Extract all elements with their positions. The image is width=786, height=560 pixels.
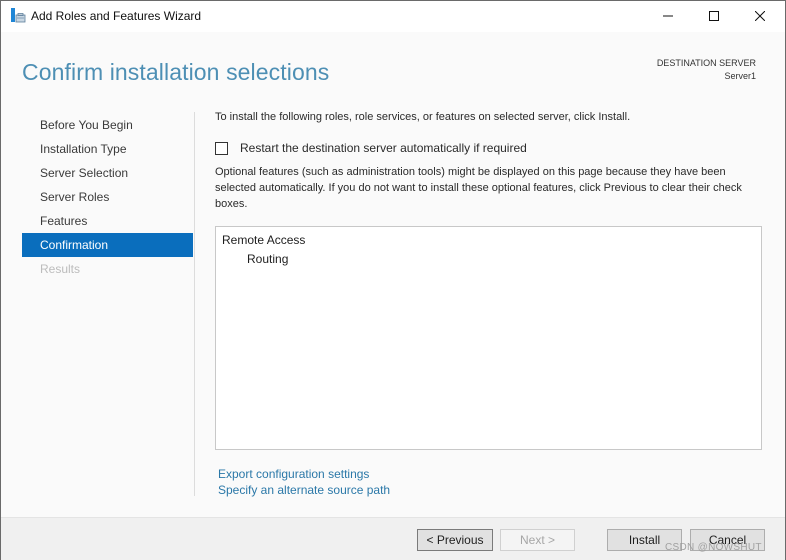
restart-checkbox[interactable] (215, 141, 228, 155)
destination-server-label: DESTINATION SERVER (656, 58, 756, 68)
minimize-button[interactable] (645, 1, 691, 32)
alternate-source-path-link[interactable]: Specify an alternate source path (218, 483, 390, 497)
destination-server-value: Server1 (724, 71, 756, 81)
nav-step-features[interactable]: Features (22, 209, 193, 233)
selection-item: Routing (247, 252, 289, 266)
maximize-button[interactable] (691, 1, 737, 32)
nav-step-confirmation[interactable]: Confirmation (22, 233, 193, 257)
nav-step-before-you-begin[interactable]: Before You Begin (22, 113, 193, 137)
content-panel: To install the following roles, role ser… (215, 111, 765, 210)
nav-step-server-selection[interactable]: Server Selection (22, 161, 193, 185)
selections-list[interactable]: Remote Access Routing (215, 226, 762, 450)
export-configuration-link[interactable]: Export configuration settings (218, 467, 369, 481)
intro-text: To install the following roles, role ser… (215, 111, 631, 123)
wizard-header: Confirm installation selections DESTINAT… (1, 32, 785, 102)
wizard-window: Add Roles and Features Wizard Confirm in… (0, 0, 786, 560)
previous-button[interactable]: < Previous (417, 529, 493, 551)
next-button: Next > (500, 529, 575, 551)
server-manager-wizard-icon (10, 8, 26, 24)
nav-step-installation-type[interactable]: Installation Type (22, 137, 193, 161)
page-title: Confirm installation selections (22, 59, 330, 85)
window-title: Add Roles and Features Wizard (31, 9, 202, 23)
watermark: CSDN @NOWSHUT (665, 542, 762, 553)
minimize-icon (663, 8, 673, 26)
nav-step-results: Results (40, 262, 81, 276)
nav-divider (194, 112, 195, 496)
title-bar[interactable]: Add Roles and Features Wizard (1, 1, 785, 32)
maximize-icon (709, 8, 719, 26)
selection-item: Remote Access (222, 233, 306, 247)
close-icon (754, 8, 766, 26)
wizard-steps-nav: Before You Begin Installation Type Serve… (22, 113, 193, 281)
restart-option[interactable]: Restart the destination server automatic… (215, 141, 527, 155)
restart-checkbox-label[interactable]: Restart the destination server automatic… (240, 141, 527, 155)
nav-step-server-roles[interactable]: Server Roles (22, 185, 193, 209)
close-button[interactable] (737, 1, 783, 32)
wizard-footer: < Previous Next > Install Cancel (1, 517, 785, 560)
optional-features-note: Optional features (such as administratio… (215, 166, 742, 210)
